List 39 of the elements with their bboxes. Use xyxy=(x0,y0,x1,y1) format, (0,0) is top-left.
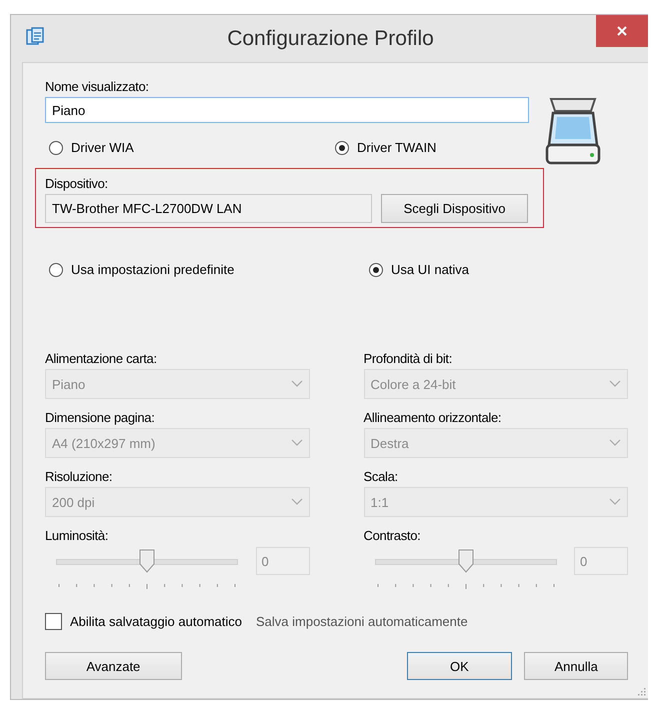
hint-text: Salva impostazioni automaticamente xyxy=(256,614,468,629)
device-field[interactable]: TW-Brother MFC-L2700DW LAN xyxy=(45,194,372,223)
choose-device-button[interactable]: Scegli Dispositivo xyxy=(381,194,528,223)
radio-button[interactable] xyxy=(335,140,349,154)
field-label: Alimentazione carta: xyxy=(45,351,158,366)
radio-button[interactable] xyxy=(49,262,63,276)
close-icon xyxy=(617,26,627,36)
radio-button[interactable] xyxy=(369,262,383,276)
checkbox[interactable] xyxy=(45,613,62,630)
field-label: Scala: xyxy=(364,469,399,484)
document-icon xyxy=(25,27,45,47)
chevron-icon xyxy=(290,439,302,447)
radio-button[interactable] xyxy=(49,140,63,154)
chevron-icon xyxy=(609,498,621,506)
field-label: Dimensione pagina: xyxy=(45,410,156,425)
field-label: Luminosità: xyxy=(45,528,110,543)
radio-option[interactable]: Usa UI nativa xyxy=(365,262,569,277)
dialog-button[interactable]: OK xyxy=(406,652,512,680)
chevron-icon xyxy=(290,380,302,388)
field-label: Profondità di bit: xyxy=(364,351,454,366)
name-field[interactable]: Piano xyxy=(45,97,529,123)
chevron-icon xyxy=(290,498,302,506)
scanner-icon xyxy=(545,97,601,165)
dialog-button[interactable]: Annulla xyxy=(524,652,628,680)
field-label: Nome visualizzato: xyxy=(45,79,150,94)
radio-option[interactable]: Driver TWAIN xyxy=(331,140,535,155)
resize-grip-icon xyxy=(636,686,646,696)
field-label: Dispositivo: xyxy=(45,176,109,191)
checkbox-label: Abilita salvataggio automatico xyxy=(70,614,242,629)
window-title: Configurazione Profilo xyxy=(226,27,435,51)
chevron-icon xyxy=(609,439,621,447)
field-label: Risoluzione: xyxy=(45,469,114,484)
radio-option[interactable]: Driver WIA xyxy=(45,140,331,155)
field-label: Allineamento orizzontale: xyxy=(364,410,502,425)
close-button[interactable] xyxy=(596,15,648,47)
dialog-button[interactable]: Avanzate xyxy=(45,652,182,680)
chevron-icon xyxy=(609,380,621,388)
field-label: Contrasto: xyxy=(364,528,422,543)
radio-option[interactable]: Usa impostazioni predefinite xyxy=(45,262,365,277)
